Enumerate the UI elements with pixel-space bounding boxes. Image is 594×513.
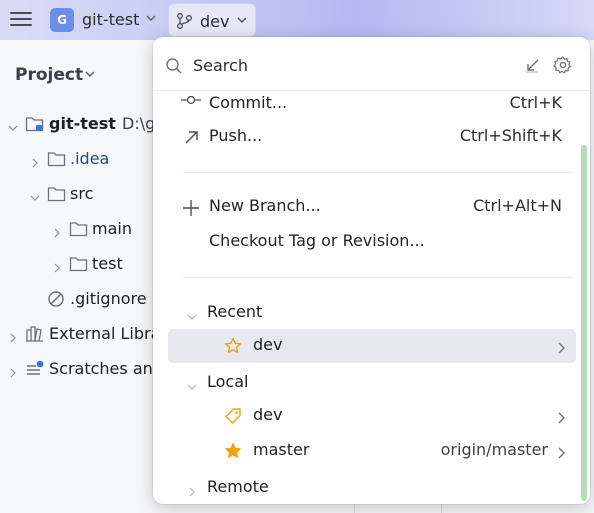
menu-item-shortcut: Ctrl+Alt+N (473, 196, 562, 215)
tree-item-src[interactable]: src (0, 182, 160, 206)
tree-item-gitignore[interactable]: .gitignore (0, 287, 160, 311)
chevron-down-icon (236, 13, 248, 31)
menu-item-label: Push... (209, 126, 263, 145)
chevron-down-icon (187, 308, 197, 326)
tree-item-label: External Libra (49, 324, 161, 343)
project-name[interactable]: git-test (82, 10, 139, 29)
git-branch-icon (176, 12, 194, 34)
chevron-down-icon (187, 378, 197, 396)
chevron-right-icon[interactable] (8, 328, 18, 343)
tree-item-idea[interactable]: .idea (0, 147, 160, 171)
chevron-right-icon[interactable] (556, 340, 566, 358)
new-branch-menu-item[interactable]: New Branch... Ctrl+Alt+N (153, 192, 579, 222)
tree-item-main[interactable]: main (0, 217, 160, 241)
library-icon (25, 325, 45, 347)
main-menu-icon[interactable] (10, 9, 32, 29)
separator (183, 172, 573, 173)
folder-icon (69, 255, 89, 277)
menu-item-label: New Branch... (209, 196, 321, 215)
recent-branch-dev[interactable]: dev (168, 329, 576, 363)
chevron-right-icon[interactable] (556, 410, 566, 428)
chevron-right-icon[interactable] (52, 223, 62, 238)
push-arrow-icon (184, 129, 200, 149)
tree-item-scratches[interactable]: Scratches and (0, 357, 163, 382)
separator (183, 277, 573, 278)
branch-widget-button[interactable]: dev (168, 3, 256, 37)
folder-icon (47, 150, 67, 172)
menu-item-shortcut: Ctrl+Shift+K (459, 126, 562, 145)
menu-item-label: Commit... (209, 93, 288, 112)
chevron-right-icon (187, 483, 197, 501)
scrollbar[interactable] (581, 145, 587, 501)
tag-icon (224, 407, 242, 429)
tree-item-label: git-test (49, 114, 116, 133)
search-icon (165, 57, 183, 79)
local-branch-dev[interactable]: dev (168, 399, 576, 433)
chevron-down-icon[interactable] (84, 67, 96, 85)
tree-item-label: Scratches and (49, 359, 163, 378)
search-input[interactable]: Search (193, 56, 248, 75)
project-badge[interactable]: G (50, 8, 74, 32)
folder-icon (47, 185, 67, 207)
chevron-down-icon[interactable] (8, 118, 18, 131)
plus-icon (182, 199, 200, 221)
tree-item-external-libraries[interactable]: External Libra (0, 322, 160, 346)
chevron-down-icon[interactable] (30, 188, 40, 201)
ignored-file-icon (47, 290, 67, 312)
tracking-branch: origin/master (440, 440, 548, 459)
recent-group-header[interactable]: Recent (153, 297, 579, 327)
branch-name: dev (200, 12, 230, 31)
tree-item-label: test (92, 254, 123, 273)
chevron-right-icon[interactable] (556, 445, 566, 463)
branch-label: dev (253, 335, 283, 354)
menu-item-shortcut: Ctrl+K (509, 93, 562, 112)
commit-menu-item[interactable]: Commit... Ctrl+K (153, 89, 579, 119)
branch-label: master (253, 440, 310, 459)
branch-label: dev (253, 405, 283, 424)
push-menu-item[interactable]: Push... Ctrl+Shift+K (153, 122, 579, 152)
local-branch-master[interactable]: master origin/master (168, 434, 576, 468)
chevron-right-icon[interactable] (30, 153, 40, 168)
project-chevron-down-icon[interactable] (145, 11, 157, 29)
tree-item-label: src (70, 184, 94, 203)
tree-item-label: .idea (70, 149, 110, 168)
group-label: Remote (207, 477, 269, 496)
remote-group-header[interactable]: Remote (153, 472, 579, 502)
gear-icon[interactable] (553, 55, 573, 79)
star-outline-icon (224, 337, 242, 359)
module-folder-icon (25, 115, 45, 137)
tree-item-label: main (92, 219, 132, 238)
local-group-header[interactable]: Local (153, 367, 579, 397)
checkout-tag-menu-item[interactable]: Checkout Tag or Revision... (153, 227, 579, 257)
scratches-icon (25, 360, 45, 382)
group-label: Local (207, 372, 249, 391)
star-filled-icon (224, 442, 242, 464)
project-panel-title[interactable]: Project (15, 65, 83, 85)
collapse-icon[interactable] (523, 57, 541, 79)
git-branches-popup: Search Commit... Ctrl+K Push... Ctrl+Shi… (153, 37, 590, 504)
tree-item-path: D:\g (122, 114, 156, 133)
tree-item-test[interactable]: test (0, 252, 160, 276)
chevron-right-icon[interactable] (8, 363, 18, 378)
group-label: Recent (207, 302, 263, 321)
tree-item-git-test[interactable]: git-test D:\g (0, 112, 160, 136)
chevron-right-icon[interactable] (52, 258, 62, 273)
tree-item-label: .gitignore (70, 289, 147, 308)
menu-item-label: Checkout Tag or Revision... (209, 231, 425, 250)
title-bar: G git-test dev (0, 0, 594, 40)
commit-icon (181, 95, 201, 114)
search-bar[interactable]: Search (153, 37, 590, 91)
folder-icon (69, 220, 89, 242)
